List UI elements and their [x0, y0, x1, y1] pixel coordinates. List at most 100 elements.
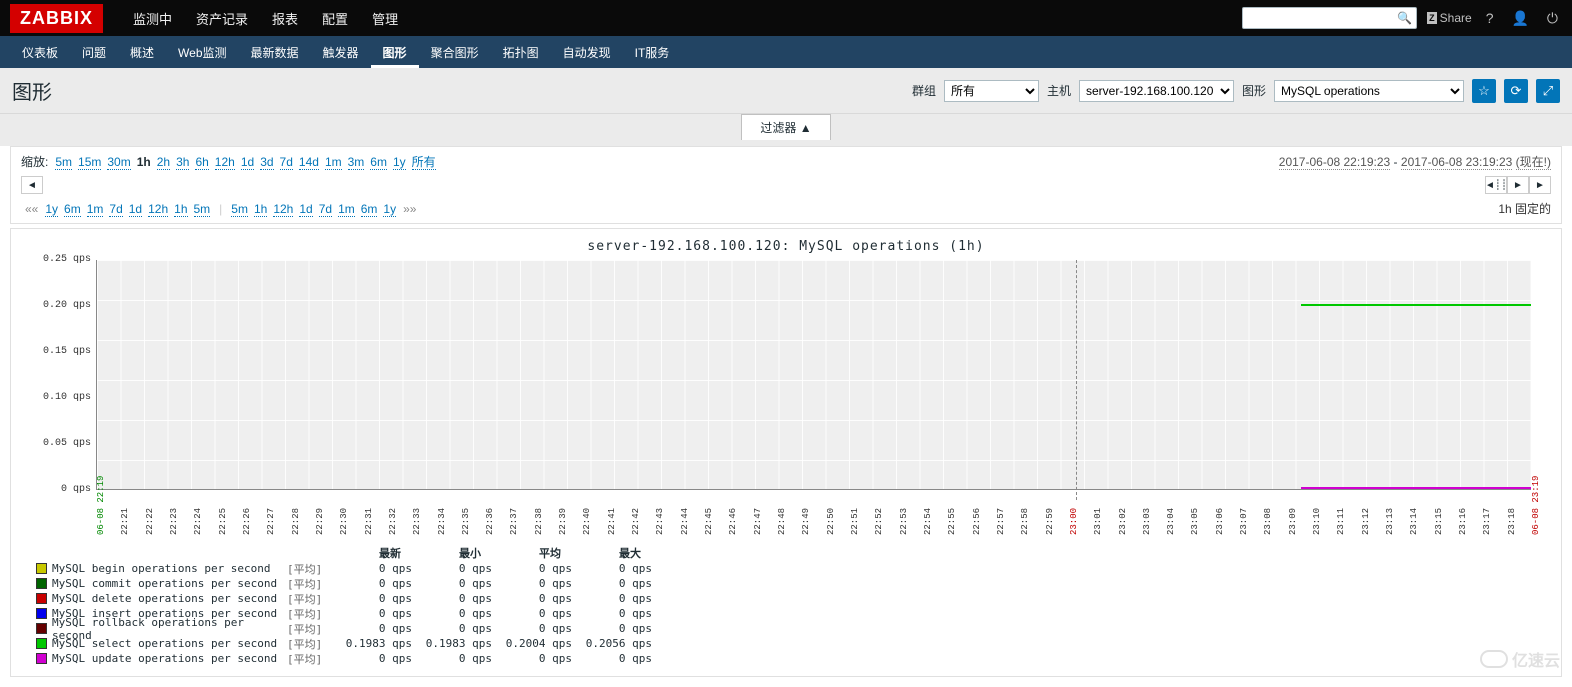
user-icon[interactable]: 👤	[1507, 8, 1532, 29]
zoom-6m[interactable]: 6m	[370, 155, 387, 170]
logo[interactable]: ZABBIX	[10, 4, 103, 33]
zoom-14d[interactable]: 14d	[299, 155, 319, 170]
time-from[interactable]: 2017-06-08 22:19:23	[1279, 155, 1390, 170]
subnav-触发器[interactable]: 触发器	[311, 36, 371, 68]
host-select[interactable]: server-192.168.100.120	[1079, 80, 1234, 102]
move-right-1h[interactable]: 1h	[254, 202, 267, 217]
group-select[interactable]: 所有	[944, 80, 1039, 102]
topnav-管理[interactable]: 管理	[360, 0, 410, 36]
plot-grid	[96, 260, 1531, 490]
zoom-6h[interactable]: 6h	[195, 155, 208, 170]
move-left-arrow: ««	[25, 202, 38, 216]
search-input[interactable]	[1247, 11, 1397, 25]
share-button[interactable]: ZShare	[1427, 11, 1472, 25]
xtick: 23:15	[1434, 508, 1444, 535]
zoom-1h[interactable]: 1h	[137, 155, 151, 169]
ytick: 0.20 qps	[26, 300, 91, 311]
xtick: 22:44	[680, 508, 690, 535]
xtick: 23:12	[1361, 508, 1371, 535]
topnav-配置[interactable]: 配置	[310, 0, 360, 36]
help-icon[interactable]: ?	[1482, 8, 1498, 28]
subnav-自动发现[interactable]: 自动发现	[551, 36, 623, 68]
legend-last: 0 qps	[332, 652, 412, 665]
subnav-仪表板[interactable]: 仪表板	[10, 36, 70, 68]
legend-swatch	[36, 623, 47, 634]
legend-row: MySQL commit operations per second[平均]0 …	[36, 576, 1551, 591]
time-now[interactable]: (现在!)	[1516, 155, 1551, 170]
legend-min: 0 qps	[412, 577, 492, 590]
move-right-7d[interactable]: 7d	[319, 202, 332, 217]
graph-select[interactable]: MySQL operations	[1274, 80, 1464, 102]
move-right-12h[interactable]: 12h	[273, 202, 293, 217]
move-right-1d[interactable]: 1d	[299, 202, 312, 217]
legend-avg: 0 qps	[492, 562, 572, 575]
move-right-5m[interactable]: 5m	[231, 202, 248, 217]
zoom-3h[interactable]: 3h	[176, 155, 189, 170]
move-right-1m[interactable]: 1m	[338, 202, 355, 217]
subnav-拓扑图[interactable]: 拓扑图	[491, 36, 551, 68]
zoom-1m[interactable]: 1m	[325, 155, 342, 170]
xtick: 22:52	[874, 508, 884, 535]
zoom-3m[interactable]: 3m	[348, 155, 365, 170]
subnav-概述[interactable]: 概述	[118, 36, 166, 68]
legend-last: 0 qps	[332, 562, 412, 575]
power-icon[interactable]: ⏻	[1543, 8, 1562, 29]
zoom-所有[interactable]: 所有	[412, 155, 436, 170]
legend-header: 最新 最小 平均 最大	[36, 545, 1551, 561]
xtick: 22:50	[826, 508, 836, 535]
plot-area[interactable]: 0 qps0.05 qps0.10 qps0.15 qps0.20 qps0.2…	[96, 260, 1531, 490]
graph-container: server-192.168.100.120: MySQL operations…	[10, 228, 1562, 677]
xtick: 22:34	[437, 508, 447, 535]
move-left-1h[interactable]: 1h	[174, 202, 187, 217]
subnav-最新数据[interactable]: 最新数据	[239, 36, 311, 68]
zoom-1y[interactable]: 1y	[393, 155, 406, 170]
scroll-handle-right[interactable]: ►	[1507, 176, 1529, 194]
move-left-12h[interactable]: 12h	[148, 202, 168, 217]
zoom-2h[interactable]: 2h	[157, 155, 170, 170]
move-left-1y[interactable]: 1y	[45, 202, 58, 217]
topnav-资产记录[interactable]: 资产记录	[184, 0, 260, 36]
subnav-Web监测[interactable]: Web监测	[166, 36, 238, 68]
subnav-聚合图形[interactable]: 聚合图形	[419, 36, 491, 68]
global-search[interactable]: 🔍	[1242, 7, 1417, 29]
topnav-监测中[interactable]: 监测中	[121, 0, 184, 36]
favorite-button[interactable]: ☆	[1472, 79, 1496, 103]
zoom-15m[interactable]: 15m	[78, 155, 101, 170]
zoom-3d[interactable]: 3d	[260, 155, 273, 170]
move-left-6m[interactable]: 6m	[64, 202, 81, 217]
xtick: 22:51	[850, 508, 860, 535]
page-title: 图形	[12, 76, 52, 105]
filter-toggle[interactable]: 过滤器 ▲	[741, 114, 830, 140]
topnav-报表[interactable]: 报表	[260, 0, 310, 36]
move-left-1d[interactable]: 1d	[129, 202, 142, 217]
fullscreen-button[interactable]: ⤢	[1536, 79, 1560, 103]
scroll-right-button[interactable]: ►	[1529, 176, 1551, 194]
zoom-7d[interactable]: 7d	[280, 155, 293, 170]
xtick: 22:45	[704, 508, 714, 535]
zoom-1d[interactable]: 1d	[241, 155, 254, 170]
legend-min: 0 qps	[412, 652, 492, 665]
fixed-label[interactable]: 1h 固定的	[1498, 200, 1551, 217]
time-to[interactable]: 2017-06-08 23:19:23	[1401, 155, 1512, 170]
move-left-7d[interactable]: 7d	[109, 202, 122, 217]
move-right-1y[interactable]: 1y	[383, 202, 396, 217]
move-left-5m[interactable]: 5m	[194, 202, 211, 217]
zoom-12h[interactable]: 12h	[215, 155, 235, 170]
header-filters: 群组 所有 主机 server-192.168.100.120 图形 MySQL…	[912, 79, 1560, 103]
subnav-IT服务[interactable]: IT服务	[623, 36, 682, 68]
subnav-图形[interactable]: 图形	[371, 36, 419, 68]
search-icon[interactable]: 🔍	[1397, 11, 1412, 25]
xtick: 22:21	[120, 508, 130, 535]
refresh-button[interactable]: ⟳	[1504, 79, 1528, 103]
zoom-30m[interactable]: 30m	[107, 155, 130, 170]
scroll-left-button[interactable]: ◄	[21, 176, 43, 194]
legend-min: 0 qps	[412, 622, 492, 635]
legend-swatch	[36, 653, 47, 664]
move-left-1m[interactable]: 1m	[87, 202, 104, 217]
move-right-6m[interactable]: 6m	[361, 202, 378, 217]
subnav-问题[interactable]: 问题	[70, 36, 118, 68]
xtick: 22:31	[364, 508, 374, 535]
xtick: 22:53	[899, 508, 909, 535]
zoom-5m[interactable]: 5m	[55, 155, 72, 170]
scroll-handle-left[interactable]: ◄┊┊	[1485, 176, 1507, 194]
